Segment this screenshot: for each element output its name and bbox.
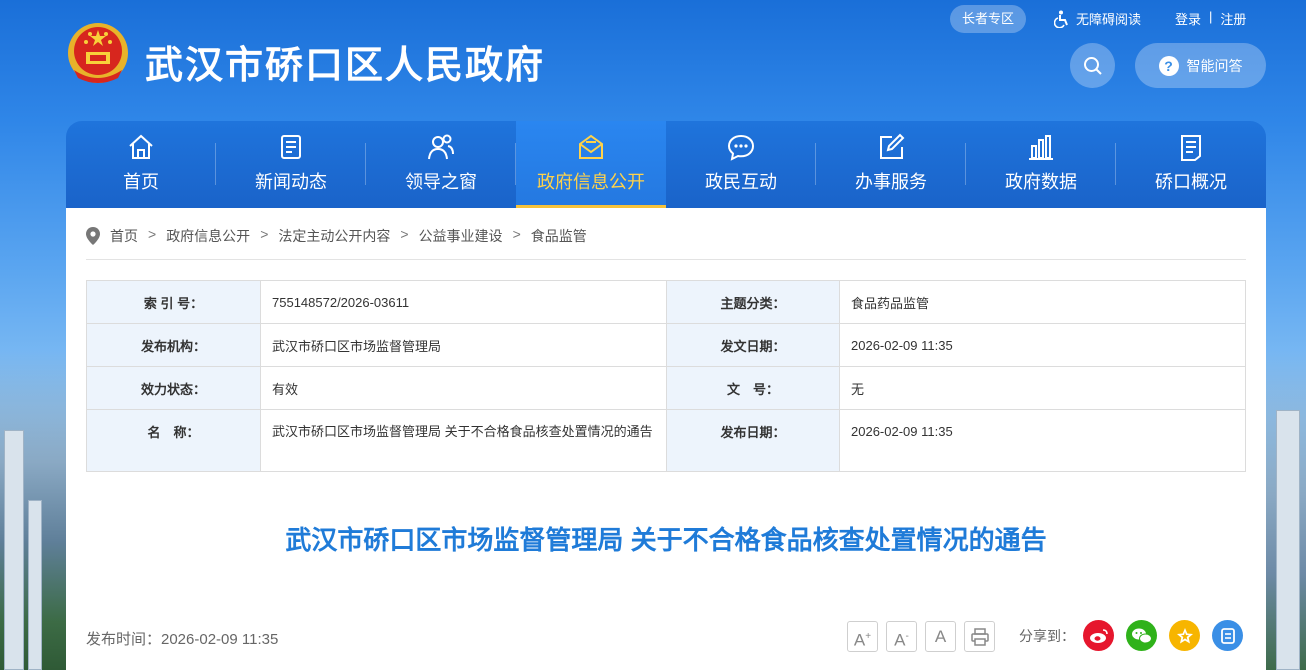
publisher-value: 武汉市硚口区市场监督管理局 xyxy=(260,323,667,367)
doc-date-label: 发文日期： xyxy=(666,323,840,367)
copy-icon xyxy=(1220,627,1235,644)
document-metadata-table: 索 引 号： 755148572/2026-03611 主题分类： 食品药品监管… xyxy=(86,280,1246,472)
elder-zone-button[interactable]: 长者专区 xyxy=(950,5,1026,33)
font-decrease-letter: A xyxy=(894,630,906,650)
document-icon xyxy=(1181,134,1201,161)
doc-number-value: 无 xyxy=(839,366,1246,410)
content-panel: 首页 > 政府信息公开 > 法定主动公开内容 > 公益事业建设 > 食品监管 索… xyxy=(66,208,1266,670)
main-nav: 首页 新闻动态 领导之窗 政府信息公开 政民互动 办事服务 政府数据 硚口概况 xyxy=(66,121,1266,208)
nav-item-label: 领导之窗 xyxy=(405,171,477,192)
smart-qa-button[interactable]: ? 智能问答 xyxy=(1135,43,1266,88)
question-icon: ? xyxy=(1158,55,1179,76)
table-row: 索 引 号： 755148572/2026-03611 主题分类： 食品药品监管 xyxy=(86,280,1246,324)
breadcrumb-home[interactable]: 首页 xyxy=(110,226,138,246)
nav-item-news[interactable]: 新闻动态 xyxy=(216,121,366,208)
breadcrumb-separator: > xyxy=(512,226,521,242)
nav-item-label: 政府数据 xyxy=(1005,171,1077,192)
city-decoration-left xyxy=(0,350,70,670)
nav-item-label: 新闻动态 xyxy=(255,171,327,192)
share-label: 分享到： xyxy=(1019,627,1075,644)
nav-item-overview[interactable]: 硚口概况 xyxy=(1116,121,1266,208)
news-icon xyxy=(281,134,301,159)
edit-icon xyxy=(880,133,905,159)
nav-item-gov-data[interactable]: 政府数据 xyxy=(966,121,1116,208)
accessibility-icon xyxy=(1054,10,1068,28)
nav-item-services[interactable]: 办事服务 xyxy=(816,121,966,208)
accessibility-label: 无障碍阅读 xyxy=(1076,12,1142,27)
site-title: 武汉市硚口区人民政府 xyxy=(145,45,546,87)
table-row: 发布机构： 武汉市硚口区市场监督管理局 发文日期： 2026-02-09 11:… xyxy=(86,323,1246,367)
plus-mark: + xyxy=(865,631,872,642)
status-label: 效力状态： xyxy=(86,366,261,410)
search-button[interactable] xyxy=(1070,43,1115,88)
smart-qa-label: 智能问答 xyxy=(1186,57,1243,74)
share-qzone-button[interactable] xyxy=(1169,620,1200,651)
publisher-label: 发布机构： xyxy=(86,323,261,367)
share-copy-button[interactable] xyxy=(1212,620,1243,651)
bar-chart-icon xyxy=(1029,134,1053,160)
leaders-icon xyxy=(428,134,454,159)
nav-item-gov-info[interactable]: 政府信息公开 xyxy=(516,121,666,208)
share-wechat-button[interactable] xyxy=(1126,620,1157,651)
nav-item-interaction[interactable]: 政民互动 xyxy=(666,121,816,208)
breadcrumb-food-supervision[interactable]: 食品监管 xyxy=(531,226,587,246)
wechat-icon xyxy=(1131,628,1152,643)
account-divider: | xyxy=(1209,9,1213,24)
print-button[interactable] xyxy=(964,621,995,652)
doc-date-value: 2026-02-09 11:35 xyxy=(839,323,1246,367)
city-decoration-right xyxy=(1266,350,1306,670)
breadcrumb-statutory[interactable]: 法定主动公开内容 xyxy=(278,226,390,246)
font-default-button[interactable]: A xyxy=(925,621,956,652)
accessibility-link[interactable]: 无障碍阅读 xyxy=(1054,9,1141,28)
nav-item-label: 首页 xyxy=(123,171,159,192)
nav-item-home[interactable]: 首页 xyxy=(66,121,216,208)
register-link[interactable]: 注册 xyxy=(1220,9,1246,28)
nav-item-label: 硚口概况 xyxy=(1155,171,1227,192)
site-header: 武汉市硚口区人民政府 长者专区 无障碍阅读 登录 | 注册 ? 智能问答 xyxy=(0,0,1306,120)
table-row: 名 称： 武汉市硚口区市场监督管理局 关于不合格食品核查处置情况的通告 发布日期… xyxy=(86,409,1246,472)
table-row: 效力状态： 有效 文 号： 无 xyxy=(86,366,1246,410)
qzone-icon xyxy=(1176,627,1193,643)
printer-icon xyxy=(970,628,989,646)
mail-icon xyxy=(579,134,603,159)
reading-tools: A+ A- A xyxy=(847,621,995,652)
home-icon xyxy=(129,134,153,159)
national-emblem-icon xyxy=(68,23,128,83)
index-value: 755148572/2026-03611 xyxy=(260,280,667,324)
nav-item-label: 办事服务 xyxy=(855,171,927,192)
topic-label: 主题分类： xyxy=(666,280,840,324)
status-value: 有效 xyxy=(260,366,667,410)
doc-name-label: 名 称： xyxy=(86,409,261,472)
breadcrumb-separator: > xyxy=(148,226,157,242)
font-increase-button[interactable]: A+ xyxy=(847,621,878,652)
breadcrumb-gov-info[interactable]: 政府信息公开 xyxy=(166,226,250,246)
font-decrease-button[interactable]: A- xyxy=(886,621,917,652)
chat-icon xyxy=(727,134,755,161)
breadcrumb-separator: > xyxy=(260,226,269,242)
pub-date-label: 发布日期： xyxy=(666,409,840,472)
account-links: 登录 | 注册 xyxy=(1175,9,1246,28)
breadcrumb: 首页 > 政府信息公开 > 法定主动公开内容 > 公益事业建设 > 食品监管 xyxy=(86,226,1246,260)
doc-number-label: 文 号： xyxy=(666,366,840,410)
share-bar: 分享到： xyxy=(1019,620,1255,651)
search-icon xyxy=(1083,56,1102,75)
nav-item-label: 政府信息公开 xyxy=(537,171,645,192)
index-label: 索 引 号： xyxy=(86,280,261,324)
weibo-icon xyxy=(1089,628,1108,643)
doc-name-value: 武汉市硚口区市场监督管理局 关于不合格食品核查处置情况的通告 xyxy=(260,409,667,472)
nav-item-label: 政民互动 xyxy=(705,171,777,192)
login-link[interactable]: 登录 xyxy=(1175,9,1201,28)
nav-item-leaders[interactable]: 领导之窗 xyxy=(366,121,516,208)
pub-date-value: 2026-02-09 11:35 xyxy=(839,409,1246,472)
font-increase-letter: A xyxy=(853,630,866,650)
minus-mark: - xyxy=(905,631,909,642)
font-default-letter: A xyxy=(934,627,947,646)
publish-time: 发布时间：2026-02-09 11:35 xyxy=(86,631,279,648)
article-title: 武汉市硚口区市场监督管理局 关于不合格食品核查处置情况的通告 xyxy=(285,525,1047,555)
topic-value: 食品药品监管 xyxy=(839,280,1246,324)
location-pin-icon xyxy=(86,227,100,245)
breadcrumb-public-welfare[interactable]: 公益事业建设 xyxy=(419,226,503,246)
share-weibo-button[interactable] xyxy=(1083,620,1114,651)
breadcrumb-separator: > xyxy=(400,226,409,242)
